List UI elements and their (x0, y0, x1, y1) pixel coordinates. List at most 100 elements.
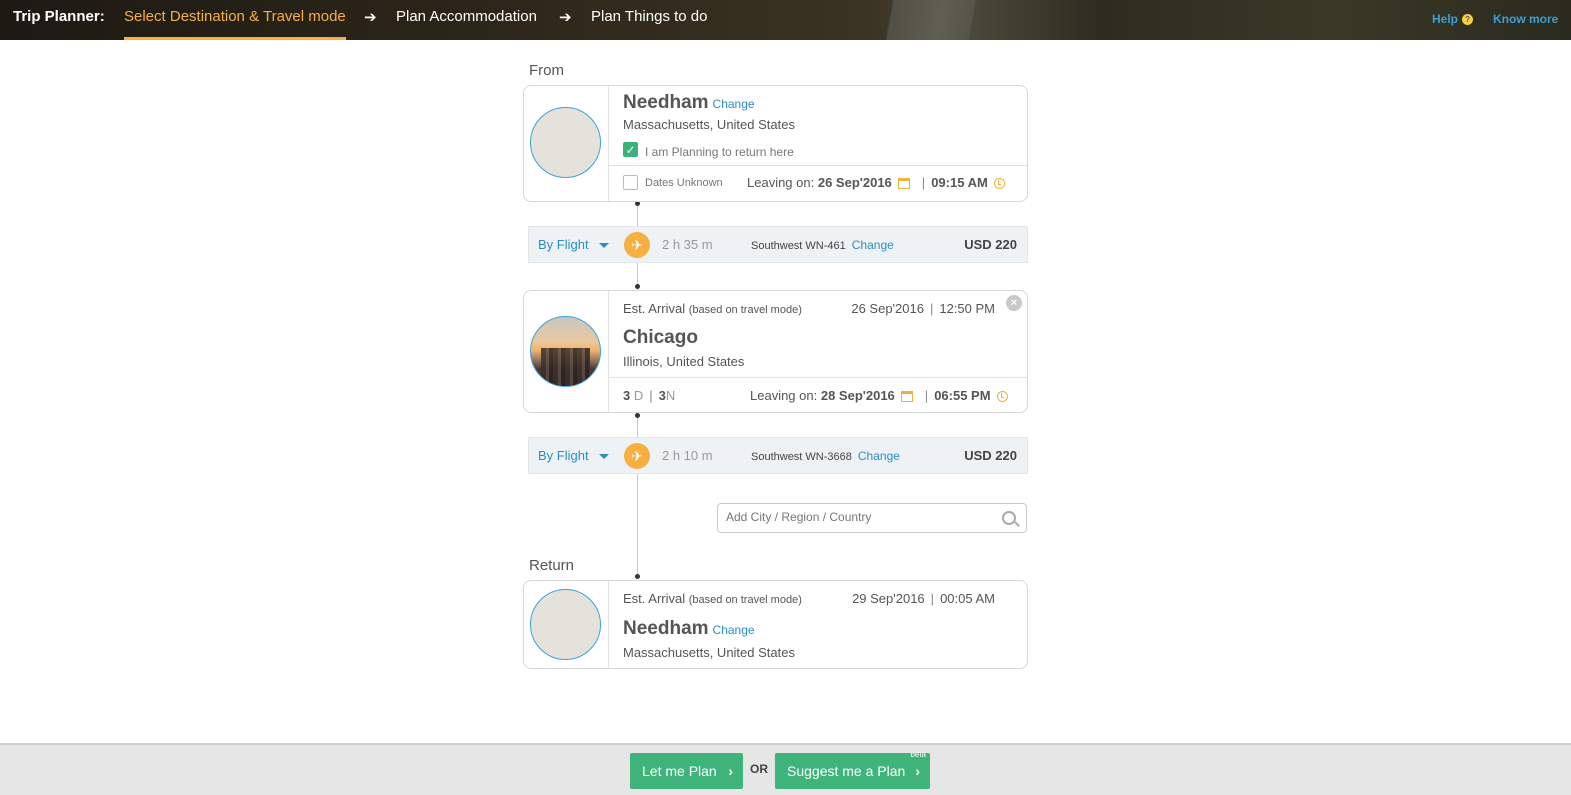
bottom-action-bar: Let me Plan › OR Suggest me a Plan beta › (0, 743, 1571, 795)
return-label: Return (529, 557, 575, 574)
calendar-icon[interactable] (897, 178, 910, 190)
flight-number: Southwest WN-3668 (751, 451, 852, 463)
step-plan-accommodation[interactable]: Plan Accommodation (396, 8, 537, 25)
step-plan-things-to-do[interactable]: Plan Things to do (591, 8, 707, 25)
suggest-plan-label: Suggest me a Plan (787, 763, 906, 779)
return-image-column (524, 581, 609, 668)
change-return-link[interactable]: Change (713, 623, 755, 637)
days-unit: D (633, 388, 644, 403)
suggest-plan-button[interactable]: Suggest me a Plan beta › (775, 750, 930, 789)
origin-region: Massachusetts, United States (623, 117, 795, 132)
est-arrival-datetime: 26 Sep'2016 | 12:50 PM (851, 301, 995, 316)
est-arrival-text: Est. Arrival (623, 301, 686, 316)
step-select-destination[interactable]: Select Destination & Travel mode (124, 8, 346, 25)
card-divider (609, 165, 1027, 166)
flight-info: Southwest WN-461 Change (751, 238, 894, 252)
timeline-dot (635, 284, 640, 289)
chevron-down-icon (598, 454, 609, 460)
flight-info: Southwest WN-3668 Change (751, 449, 900, 463)
destination-image-column (524, 291, 609, 412)
return-est-arrival-label: Est. Arrival (based on travel mode) (623, 591, 802, 606)
help-icon: ? (1462, 14, 1474, 26)
destination-leaving-info: Leaving on: 28 Sep'2016 | 06:55 PM (750, 388, 1008, 403)
travel-leg-1: By Flight ✈ 2 h 35 m Southwest WN-461 Cha… (528, 226, 1028, 263)
separator: | (924, 388, 929, 403)
separator: | (649, 388, 653, 403)
travel-price: USD 220 (964, 237, 1017, 252)
origin-leaving-date[interactable]: 26 Sep'2016 (818, 175, 892, 190)
chevron-right-icon: › (728, 763, 733, 779)
timeline-dot (635, 413, 640, 418)
add-city-search (717, 503, 1027, 533)
origin-leaving-time[interactable]: 09:15 AM (931, 175, 988, 190)
origin-image-column (524, 86, 609, 201)
dates-unknown-checkbox[interactable] (623, 175, 638, 190)
origin-city-name: Needham Change (623, 92, 755, 114)
change-origin-link[interactable]: Change (713, 97, 755, 111)
travel-duration: 2 h 35 m (662, 237, 713, 252)
est-arrival-note: (based on travel mode) (688, 594, 802, 606)
origin-leaving-info: Leaving on: 26 Sep'2016 | 09:15 AM (747, 175, 1005, 190)
destination-card: Est. Arrival (based on travel mode) 26 S… (523, 290, 1028, 413)
calendar-icon[interactable] (900, 391, 913, 403)
travel-mode-dropdown[interactable]: By Flight (538, 237, 609, 252)
timeline-dot (635, 574, 640, 579)
days-count: 3 (623, 388, 631, 403)
stay-duration[interactable]: 3 D | 3N (623, 388, 675, 403)
top-navigation-bar: Trip Planner: Select Destination & Trave… (0, 0, 1571, 40)
return-arrival-datetime: 29 Sep'2016 | 00:05 AM (852, 591, 995, 606)
active-step-underline (124, 37, 346, 40)
step-arrow-icon: ➔ (364, 9, 377, 26)
dates-unknown-label: Dates Unknown (645, 177, 723, 189)
return-region: Massachusetts, United States (623, 645, 795, 660)
card-divider (609, 377, 1027, 378)
step-arrow-icon: ➔ (559, 9, 572, 26)
clock-icon[interactable] (996, 391, 1008, 403)
destination-region: Illinois, United States (623, 354, 745, 369)
travel-mode-label: By Flight (538, 448, 589, 463)
or-label: OR (750, 762, 768, 776)
chevron-down-icon (598, 243, 609, 249)
origin-city-label: Needham (623, 92, 709, 113)
help-link[interactable]: Help? (1432, 12, 1474, 26)
return-here-checkbox[interactable]: ✓ (623, 142, 638, 157)
change-flight-link[interactable]: Change (858, 449, 900, 463)
search-icon[interactable] (1002, 511, 1016, 525)
travel-duration: 2 h 10 m (662, 448, 713, 463)
chevron-right-icon: › (915, 763, 920, 779)
separator: | (930, 591, 935, 606)
return-city-image (530, 589, 601, 660)
est-arrival-text: Est. Arrival (623, 591, 686, 606)
origin-card: Needham Change Massachusetts, United Stat… (523, 85, 1028, 202)
travel-price: USD 220 (964, 448, 1017, 463)
arrival-date: 29 Sep'2016 (852, 591, 925, 606)
flight-number: Southwest WN-461 (751, 240, 846, 252)
know-more-link[interactable]: Know more (1493, 12, 1558, 26)
travel-mode-dropdown[interactable]: By Flight (538, 448, 609, 463)
arrival-date: 26 Sep'2016 (851, 301, 924, 316)
est-arrival-note: (based on travel mode) (688, 304, 802, 316)
destination-city-image (530, 316, 601, 387)
separator: | (921, 175, 926, 190)
return-city-name: Needham Change (623, 618, 755, 640)
trip-planner-title: Trip Planner: (13, 8, 105, 25)
separator: | (929, 301, 934, 316)
add-city-input[interactable] (726, 510, 996, 524)
airplane-icon: ✈ (624, 232, 650, 258)
remove-destination-icon[interactable]: × (1006, 295, 1022, 311)
travel-mode-label: By Flight (538, 237, 589, 252)
origin-city-image (530, 107, 601, 178)
destination-leaving-time[interactable]: 06:55 PM (934, 388, 990, 403)
destination-leaving-date[interactable]: 28 Sep'2016 (821, 388, 895, 403)
clock-icon[interactable] (993, 178, 1005, 190)
airplane-icon: ✈ (624, 443, 650, 469)
travel-leg-2: By Flight ✈ 2 h 10 m Southwest WN-3668 Ch… (528, 437, 1028, 474)
leaving-label: Leaving on: (747, 175, 815, 190)
return-card: Est. Arrival (based on travel mode) 29 S… (523, 580, 1028, 669)
let-me-plan-button[interactable]: Let me Plan › (630, 753, 743, 789)
nights-unit: N (665, 388, 676, 403)
from-label: From (529, 62, 564, 79)
change-flight-link[interactable]: Change (852, 238, 894, 252)
destination-city-name: Chicago (623, 327, 698, 348)
nights-count: 3 (658, 388, 666, 403)
